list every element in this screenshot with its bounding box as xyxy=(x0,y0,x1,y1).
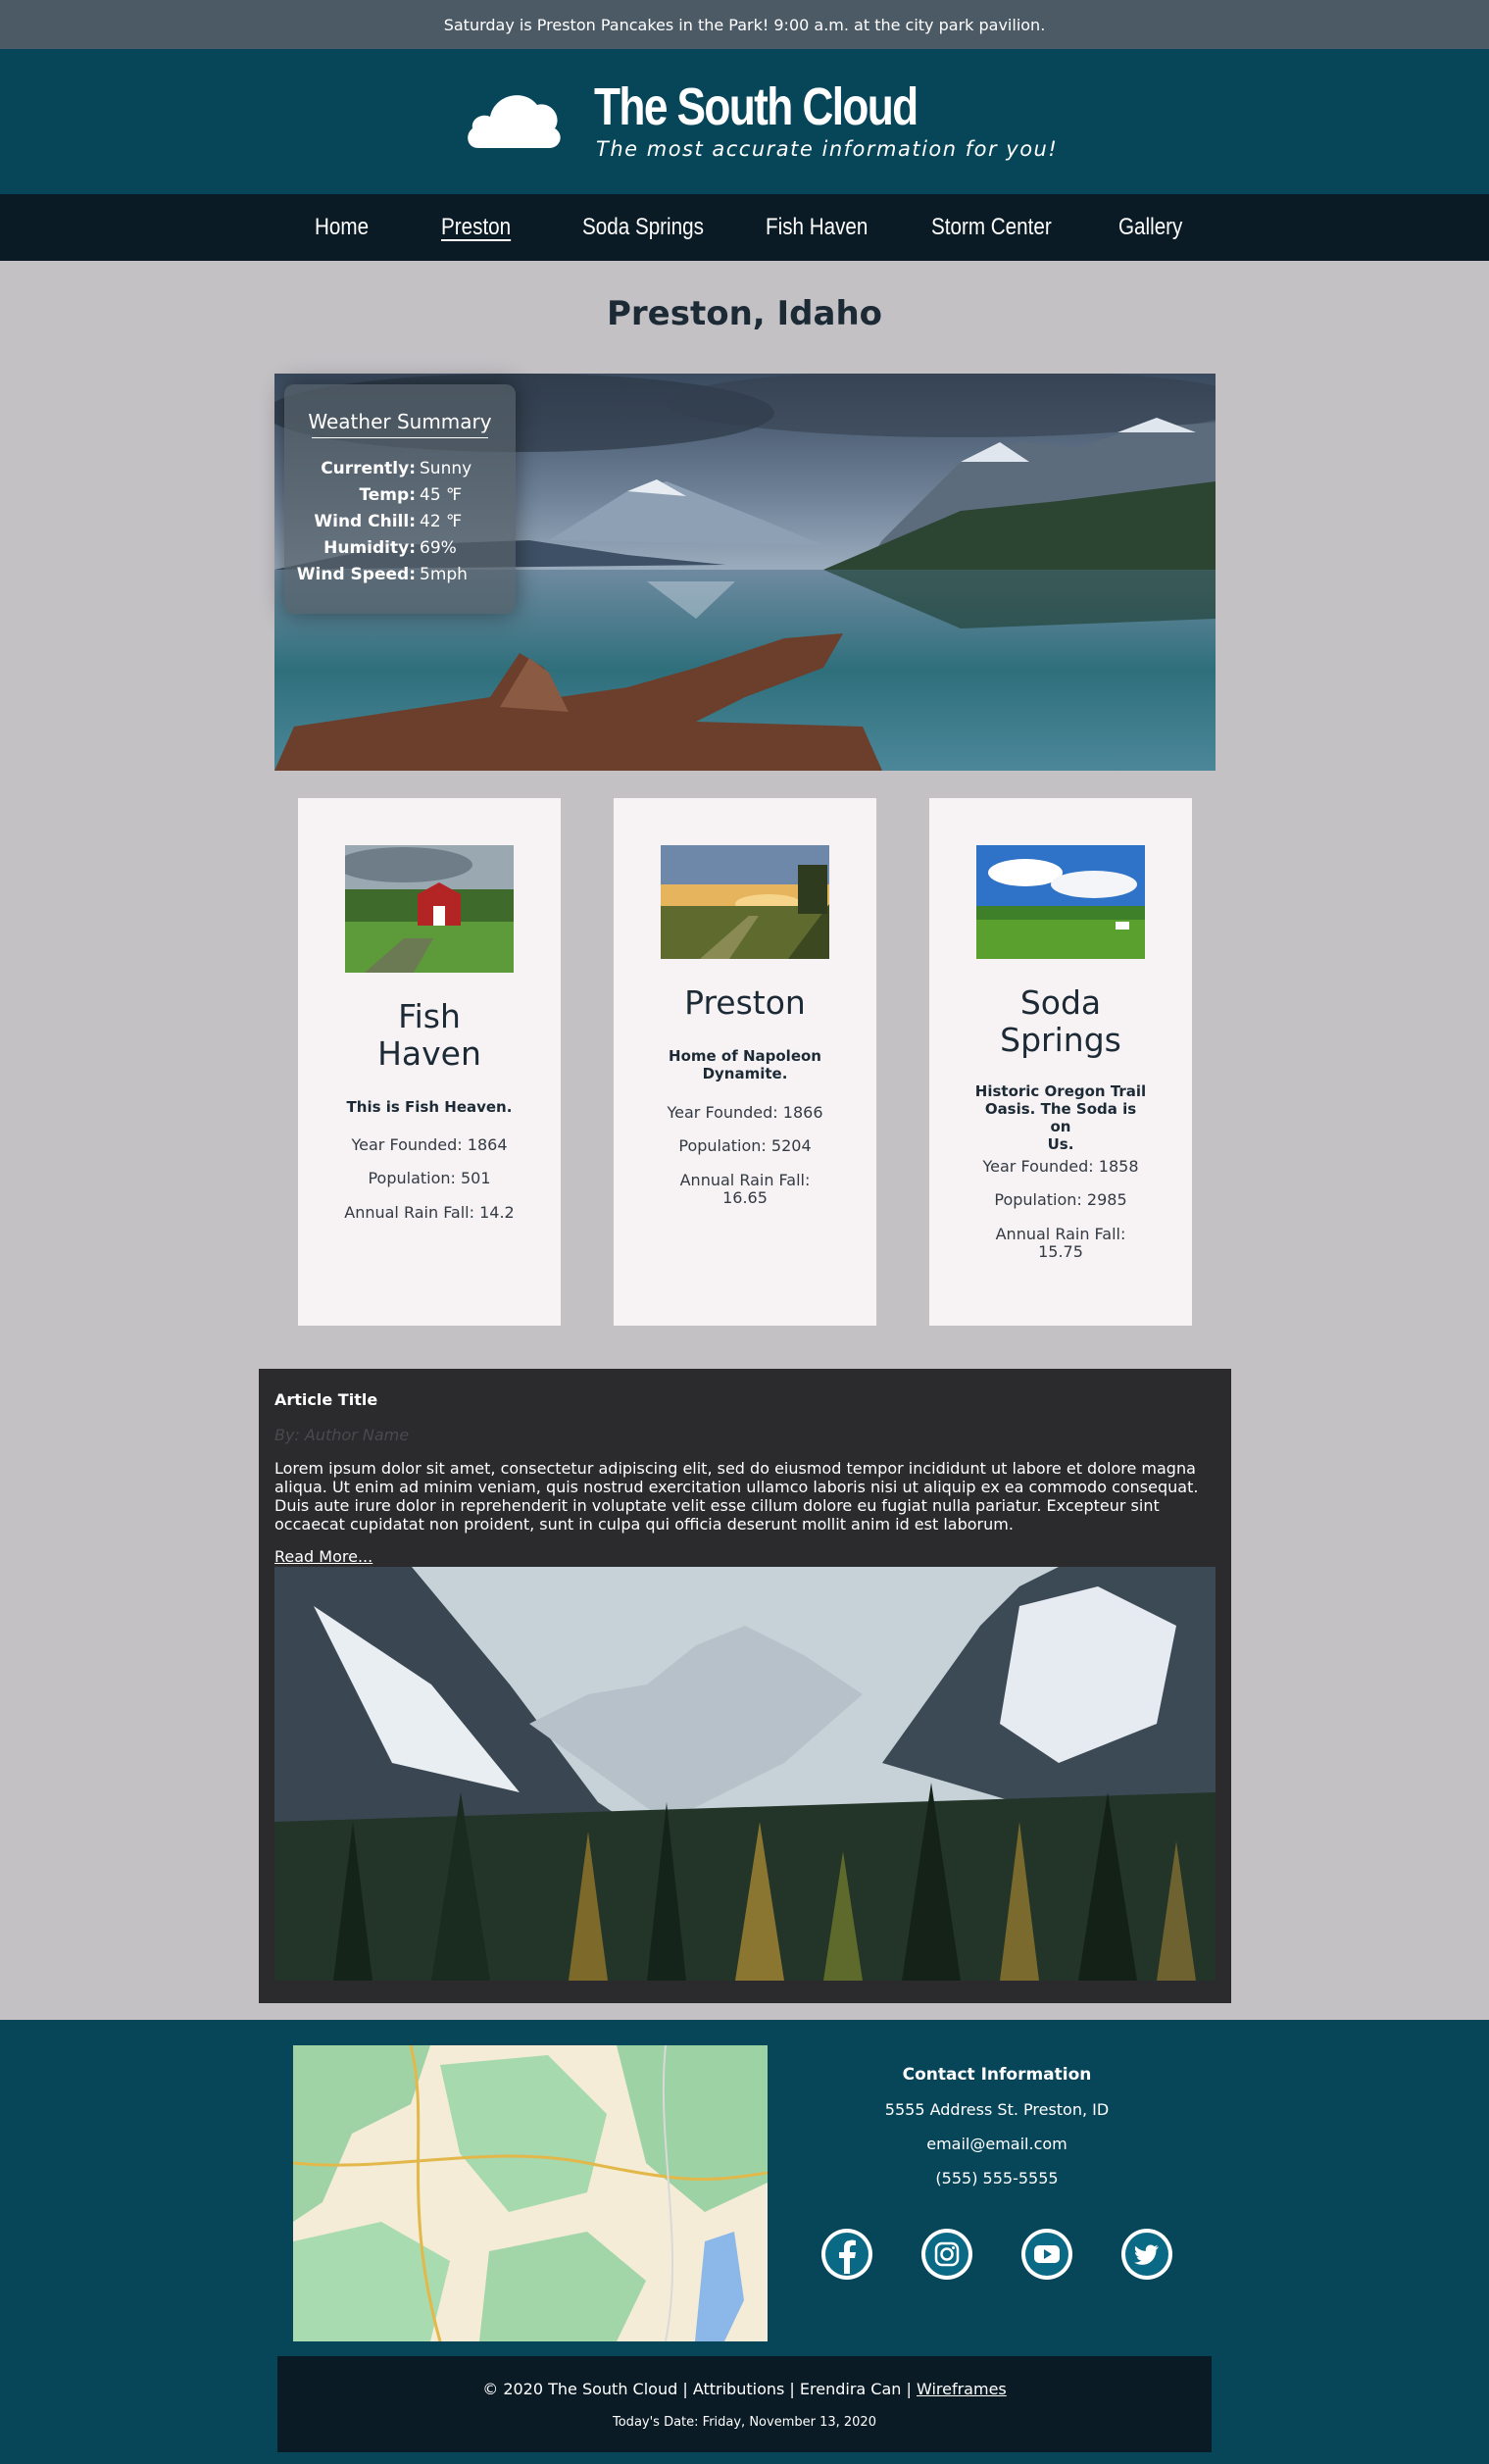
article-byline: By: Author Name xyxy=(274,1426,410,1444)
soda-springs-image xyxy=(976,845,1145,959)
town-motto-line: Oasis. The Soda is on xyxy=(984,1100,1137,1135)
town-card-preston: Preston Home of Napoleon Dynamite. Year F… xyxy=(614,798,876,1326)
location-map[interactable] xyxy=(293,2045,768,2341)
contact-info: Contact Information 5555 Address St. Pre… xyxy=(796,2059,1198,2187)
weather-label: Currently: xyxy=(321,459,416,478)
town-motto: Home of Napoleon Dynamite. xyxy=(657,1047,833,1082)
town-motto: This is Fish Heaven. xyxy=(346,1098,513,1116)
town-motto-line: Home of Napoleon xyxy=(669,1047,821,1065)
town-population: Population: 5204 xyxy=(678,1136,812,1155)
nav-fish-haven[interactable]: Fish Haven xyxy=(766,194,868,261)
nav-soda-springs[interactable]: Soda Springs xyxy=(582,194,704,261)
town-year-founded: Year Founded: 1864 xyxy=(351,1135,508,1154)
town-name-line: Soda xyxy=(1019,983,1102,1022)
town-name-line: Haven xyxy=(377,1034,481,1073)
town-name: Soda Springs xyxy=(949,984,1172,1059)
fish-haven-image xyxy=(345,845,514,973)
town-population: Population: 501 xyxy=(368,1169,491,1187)
article-image xyxy=(274,1567,1216,1981)
town-year-founded: Year Founded: 1866 xyxy=(667,1103,823,1122)
facebook-icon[interactable] xyxy=(821,2229,872,2280)
article: Article Title By: Author Name Lorem ipsu… xyxy=(259,1369,1231,2003)
town-card-soda-springs: Soda Springs Historic Oregon Trail Oasis. … xyxy=(929,798,1192,1326)
article-title: Article Title xyxy=(274,1390,378,1409)
copyright-text: © 2020 The South Cloud | Attributions | … xyxy=(482,2380,912,2398)
main-nav: Home Preston Soda Springs Fish Haven Sto… xyxy=(0,194,1489,261)
weather-value: Sunny xyxy=(420,459,472,478)
weather-value: 45 ℉ xyxy=(420,485,463,505)
nav-storm-center[interactable]: Storm Center xyxy=(931,194,1052,261)
nav-gallery[interactable]: Gallery xyxy=(1118,194,1182,261)
town-card-fish-haven: Fish Haven This is Fish Heaven. Year Foun… xyxy=(298,798,561,1326)
town-year-founded: Year Founded: 1858 xyxy=(982,1157,1139,1176)
preston-image xyxy=(661,845,829,959)
announcement-text: Saturday is Preston Pancakes in the Park… xyxy=(443,15,1046,34)
weather-value: 69% xyxy=(420,538,457,558)
site-header: The South Cloud The most accurate inform… xyxy=(0,49,1489,194)
town-motto-line: Dynamite. xyxy=(702,1065,788,1082)
weather-value: 5mph xyxy=(420,565,468,584)
town-motto-line: Historic Oregon Trail xyxy=(974,1082,1147,1100)
weather-divider xyxy=(312,437,488,438)
town-motto: Historic Oregon Trail Oasis. The Soda is … xyxy=(972,1082,1149,1153)
weather-label: Humidity: xyxy=(323,538,416,558)
copyright-bar: © 2020 The South Cloud | Attributions | … xyxy=(277,2356,1212,2452)
cloud-icon[interactable] xyxy=(465,83,565,152)
weather-label: Wind Speed: xyxy=(296,565,416,584)
weather-summary-title: Weather Summary xyxy=(308,410,492,433)
weather-row-temp: Temp: 45 ℉ xyxy=(284,485,516,505)
town-rainfall-line: 15.75 xyxy=(1038,1242,1083,1261)
town-rainfall-line: Annual Rain Fall: xyxy=(995,1225,1126,1243)
wireframes-link[interactable]: Wireframes xyxy=(917,2380,1007,2398)
instagram-icon[interactable] xyxy=(921,2229,972,2280)
weather-label: Temp: xyxy=(359,485,416,505)
copyright-line: © 2020 The South Cloud | Attributions | … xyxy=(277,2380,1212,2398)
twitter-icon[interactable] xyxy=(1121,2229,1172,2280)
town-rainfall-line: Annual Rain Fall: xyxy=(679,1171,811,1189)
town-name-line: Fish xyxy=(398,997,461,1035)
youtube-icon[interactable] xyxy=(1021,2229,1072,2280)
contact-email[interactable]: email@email.com xyxy=(796,2135,1198,2153)
town-rainfall: Annual Rain Fall: 14.2 xyxy=(344,1203,515,1222)
town-motto-line: Us. xyxy=(1047,1135,1074,1153)
contact-title: Contact Information xyxy=(902,2065,1092,2085)
town-name: Fish Haven xyxy=(318,998,541,1073)
site-title[interactable]: The South Cloud xyxy=(594,77,918,136)
contact-address: 5555 Address St. Preston, ID xyxy=(884,2100,1110,2119)
weather-value: 42 ℉ xyxy=(420,512,463,531)
town-population: Population: 2985 xyxy=(994,1190,1127,1209)
read-more-link[interactable]: Read More... xyxy=(274,1547,372,1566)
nav-preston[interactable]: Preston xyxy=(441,194,511,261)
town-rainfall: Annual Rain Fall: 16.65 xyxy=(637,1172,853,1207)
announcement-bar: Saturday is Preston Pancakes in the Park… xyxy=(0,0,1489,49)
current-date: Today's Date: Friday, November 13, 2020 xyxy=(613,2415,876,2430)
town-rainfall: Annual Rain Fall: 15.75 xyxy=(953,1226,1168,1261)
weather-summary: Weather Summary Currently: Sunny Temp: 45 … xyxy=(284,384,516,614)
weather-row-currently: Currently: Sunny xyxy=(284,459,516,478)
town-name-line: Springs xyxy=(1000,1021,1121,1059)
nav-home[interactable]: Home xyxy=(315,194,369,261)
article-body: Lorem ipsum dolor sit amet, consectetur … xyxy=(274,1459,1199,1534)
weather-row-wind-chill: Wind Chill: 42 ℉ xyxy=(284,512,516,531)
contact-phone[interactable]: (555) 555-5555 xyxy=(796,2169,1198,2187)
site-tagline: The most accurate information for you! xyxy=(596,137,1059,161)
weather-row-humidity: Humidity: 69% xyxy=(284,538,516,558)
page-title: Preston, Idaho xyxy=(606,294,883,333)
weather-row-wind-speed: Wind Speed: 5mph xyxy=(284,565,516,584)
weather-label: Wind Chill: xyxy=(314,512,416,531)
town-name: Preston xyxy=(684,983,806,1022)
town-rainfall-line: 16.65 xyxy=(722,1188,768,1207)
